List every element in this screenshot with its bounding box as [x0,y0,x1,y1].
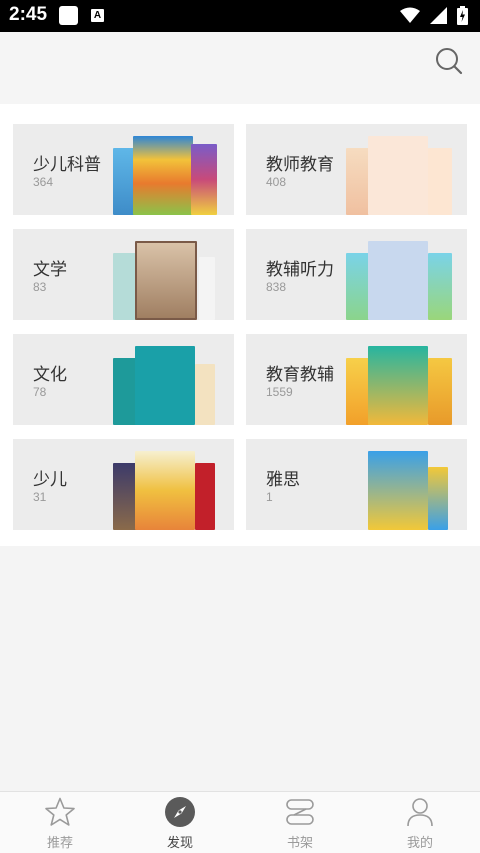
wifi-icon [400,7,420,23]
book-covers [344,344,454,425]
category-grid: 少儿科普 364 教师教育 408 文学 83 教辅听力 838 文化 78 教… [0,104,480,546]
category-count: 1559 [266,385,293,399]
category-count: 838 [266,280,287,294]
book-covers [344,239,454,320]
category-card-kids[interactable]: 少儿 31 [13,439,234,530]
book-covers [111,134,221,215]
nav-discover[interactable]: 发现 [120,792,240,853]
nav-bookshelf[interactable]: 书架 [240,792,360,853]
nav-label: 我的 [406,836,433,851]
status-bar: 2:45 A [0,0,480,32]
signal-icon [430,7,447,24]
category-title: 教育教辅 [266,365,334,385]
book-covers [344,449,454,530]
category-title: 教师教育 [266,155,334,175]
bottom-navigation: 推荐 发现 书架 我的 [0,791,480,853]
category-count: 83 [33,280,47,294]
nav-label: 发现 [166,836,193,851]
category-card-listening[interactable]: 教辅听力 838 [246,229,467,320]
category-title: 文化 [33,365,67,385]
category-count: 364 [33,175,54,189]
bookshelf-icon [286,799,314,825]
category-card-literature[interactable]: 文学 83 [13,229,234,320]
category-card-education-tutoring[interactable]: 教育教辅 1559 [246,334,467,425]
notification-a-icon: A [91,9,104,22]
category-title: 文学 [33,260,67,280]
category-card-ielts[interactable]: 雅思 1 [246,439,467,530]
nav-mine[interactable]: 我的 [360,792,480,853]
search-icon[interactable] [434,46,464,76]
nav-label: 书架 [286,836,313,851]
category-count: 408 [266,175,287,189]
star-icon [45,797,75,826]
battery-icon [457,6,468,25]
book-covers [111,344,221,425]
book-covers [111,239,221,320]
status-time: 2:45 [9,4,48,25]
compass-icon [165,797,195,827]
person-icon [407,798,433,827]
category-card-teacher-education[interactable]: 教师教育 408 [246,124,467,215]
category-card-culture[interactable]: 文化 78 [13,334,234,425]
category-count: 31 [33,490,47,504]
category-title: 雅思 [266,470,300,490]
book-covers [344,134,454,215]
category-count: 78 [33,385,47,399]
category-title: 少儿科普 [33,155,101,175]
nav-recommend[interactable]: 推荐 [0,792,120,853]
category-count: 1 [266,490,273,504]
category-title: 少儿 [33,470,67,490]
book-covers [111,449,221,530]
notification-square-icon [59,6,78,25]
category-title: 教辅听力 [266,260,334,280]
category-card-kids-science[interactable]: 少儿科普 364 [13,124,234,215]
nav-label: 推荐 [46,836,73,851]
header-bar [0,32,480,104]
